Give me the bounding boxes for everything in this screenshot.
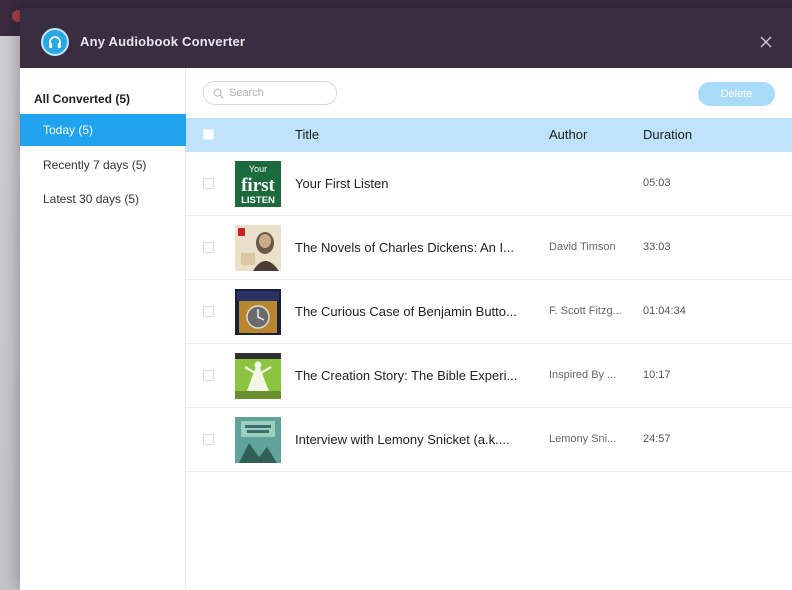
row-author: F. Scott Fitzg... bbox=[549, 305, 622, 317]
table-row[interactable]: The Novels of Charles Dickens: An I... D… bbox=[186, 216, 792, 280]
row-checkbox[interactable] bbox=[203, 434, 214, 445]
row-title: The Creation Story: The Bible Experi... bbox=[295, 368, 518, 383]
select-all-checkbox[interactable] bbox=[203, 129, 214, 140]
book-cover-image bbox=[235, 289, 281, 335]
row-duration: 05:03 bbox=[643, 177, 671, 189]
book-cover-image bbox=[235, 353, 281, 399]
headphones-icon bbox=[41, 28, 69, 56]
table-row[interactable]: The Curious Case of Benjamin Butto... F.… bbox=[186, 280, 792, 344]
table-row[interactable]: Interview with Lemony Snicket (a.k.... L… bbox=[186, 408, 792, 472]
row-title: Your First Listen bbox=[295, 176, 389, 191]
row-title: The Curious Case of Benjamin Butto... bbox=[295, 304, 517, 319]
row-checkbox[interactable] bbox=[203, 242, 214, 253]
main-panel: Delete Title Author Duration Your first … bbox=[186, 68, 792, 590]
converted-dialog: Any Audiobook Converter All Converted (5… bbox=[20, 8, 792, 590]
delete-button[interactable]: Delete bbox=[698, 82, 775, 106]
titlebar: Any Audiobook Converter bbox=[20, 8, 792, 68]
book-cover-image bbox=[235, 417, 281, 463]
search-box[interactable] bbox=[203, 81, 337, 105]
row-checkbox[interactable] bbox=[203, 178, 214, 189]
search-icon bbox=[213, 88, 224, 98]
column-header-title[interactable]: Title bbox=[295, 118, 319, 152]
app-title: Any Audiobook Converter bbox=[80, 34, 246, 49]
book-cover-image bbox=[235, 225, 281, 271]
cover-text-your: Your bbox=[249, 164, 267, 174]
column-header-duration[interactable]: Duration bbox=[643, 118, 692, 152]
row-author: David Timson bbox=[549, 241, 616, 253]
row-author: Lemony Sni... bbox=[549, 433, 617, 445]
sidebar-item-latest-30-days[interactable]: Latest 30 days (5) bbox=[20, 183, 186, 215]
sidebar-header[interactable]: All Converted (5) bbox=[34, 92, 130, 106]
search-input[interactable] bbox=[229, 87, 329, 99]
row-duration: 33:03 bbox=[643, 241, 671, 253]
column-header-author[interactable]: Author bbox=[549, 118, 587, 152]
table-header: Title Author Duration bbox=[186, 118, 792, 152]
sidebar-item-recent-7-days[interactable]: Recently 7 days (5) bbox=[20, 149, 186, 181]
row-title: The Novels of Charles Dickens: An I... bbox=[295, 240, 514, 255]
table-row[interactable]: Your first LISTEN Your First Listen 05:0… bbox=[186, 152, 792, 216]
sidebar: All Converted (5) Today (5) Recently 7 d… bbox=[20, 68, 186, 590]
row-checkbox[interactable] bbox=[203, 306, 214, 317]
book-cover-image: Your first LISTEN bbox=[235, 161, 281, 207]
table-row[interactable]: The Creation Story: The Bible Experi... … bbox=[186, 344, 792, 408]
sidebar-item-today[interactable]: Today (5) bbox=[20, 114, 186, 146]
close-icon[interactable] bbox=[758, 34, 774, 50]
row-checkbox[interactable] bbox=[203, 370, 214, 381]
row-duration: 01:04:34 bbox=[643, 305, 686, 317]
cover-text-listen: LISTEN bbox=[241, 195, 275, 206]
row-title: Interview with Lemony Snicket (a.k.... bbox=[295, 432, 510, 447]
row-duration: 10:17 bbox=[643, 369, 671, 381]
row-duration: 24:57 bbox=[643, 433, 671, 445]
cover-text-first: first bbox=[241, 175, 275, 196]
row-author: Inspired By ... bbox=[549, 369, 617, 381]
